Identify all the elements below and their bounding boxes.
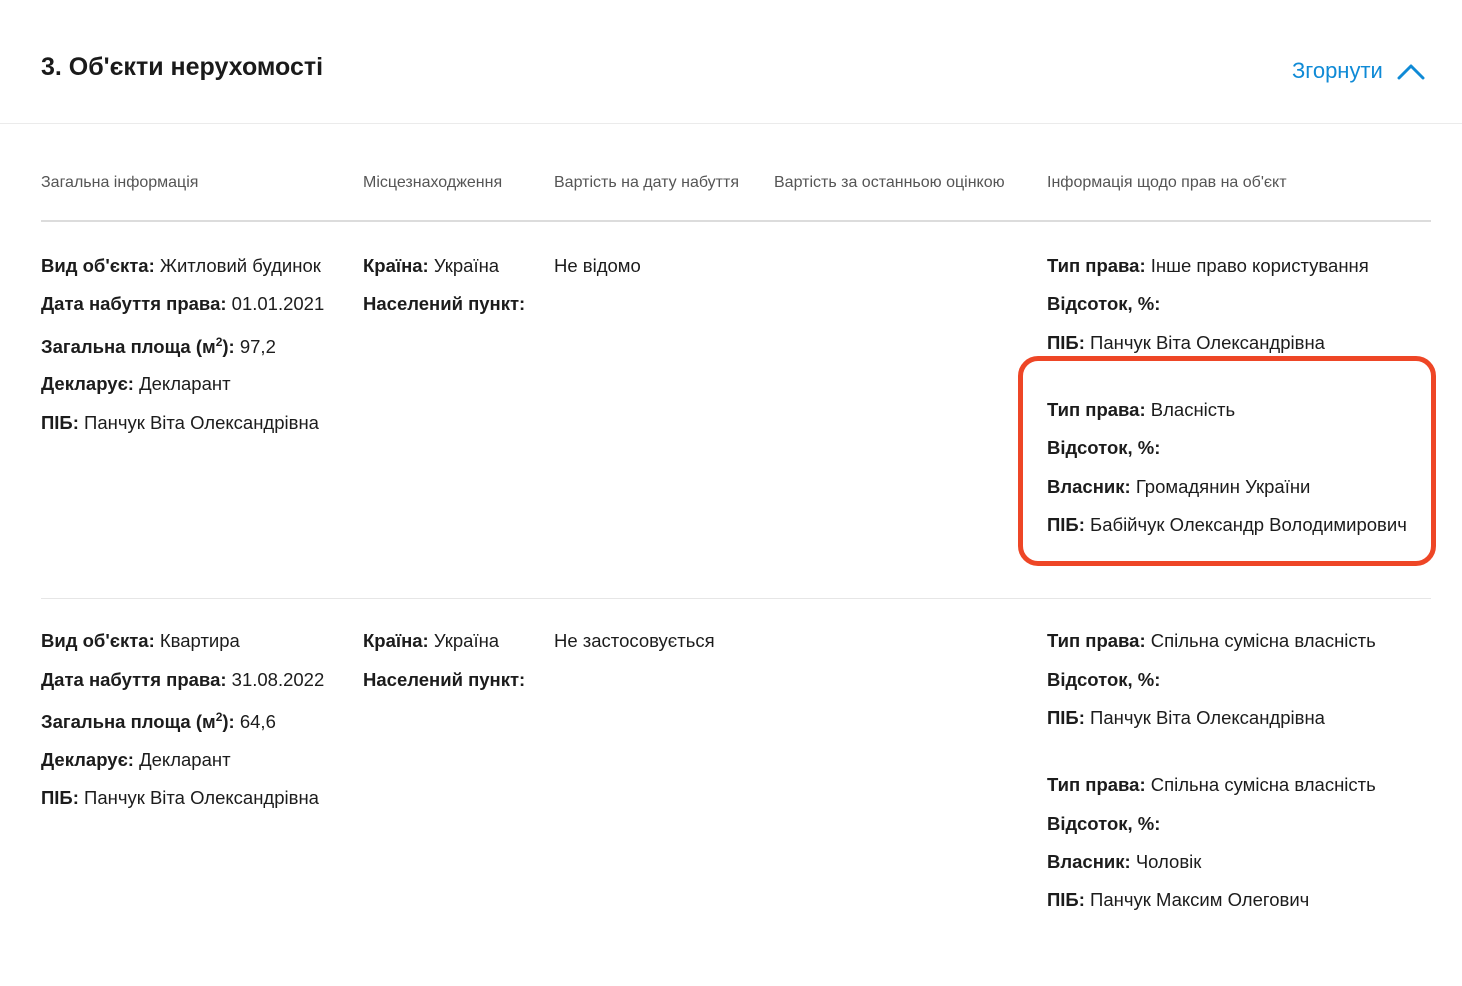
field-value: Квартира xyxy=(159,630,240,651)
right-type-field: Тип права: Інше право користування xyxy=(1047,255,1369,277)
name-field: ПІБ: Панчук Віта Олександрівна xyxy=(1047,332,1325,354)
cost-acquisition-value: Не відомо xyxy=(554,255,641,276)
field-value: Україна xyxy=(433,255,500,276)
right-type-field: Тип права: Спільна сумісна власність xyxy=(1047,630,1376,652)
field-value: Панчук Віта Олександрівна xyxy=(84,787,319,808)
area-field: Загальна площа (м2): 64,6 xyxy=(41,710,276,733)
country-field: Країна: Україна xyxy=(363,255,499,277)
field-value: Інше право користування xyxy=(1150,255,1369,276)
column-header-rights: Інформація щодо прав на об'єкт xyxy=(1047,174,1287,191)
name-field: ПІБ: Панчук Максим Олегович xyxy=(1047,889,1309,911)
field-label: Відсоток, %: xyxy=(1047,293,1161,314)
column-header-location: Місцезнаходження xyxy=(363,174,503,191)
field-label: ПІБ: xyxy=(41,412,79,433)
field-value: Україна xyxy=(433,630,500,651)
object-type-field: Вид об'єкта: Квартира xyxy=(41,630,240,652)
field-value: 97,2 xyxy=(239,336,276,358)
field-value: Чоловік xyxy=(1135,851,1202,872)
declares-field: Декларує: Декларант xyxy=(41,373,231,395)
acquired-date-field: Дата набуття права: 31.08.2022 xyxy=(41,669,324,691)
field-label: Дата набуття права: xyxy=(41,293,227,314)
area-field: Загальна площа (м2): 97,2 xyxy=(41,335,276,358)
field-label: ПІБ: xyxy=(41,787,79,808)
column-header-cost-acquisition: Вартість на дату набуття xyxy=(554,174,739,191)
real-estate-section: 3. Об'єкти нерухомості Згорнути Загальна… xyxy=(0,0,1462,986)
field-label: Загальна площа (м2): xyxy=(41,335,235,358)
field-value: Панчук Віта Олександрівна xyxy=(1090,707,1325,728)
locality-field: Населений пункт: xyxy=(363,669,525,691)
field-label: Декларує: xyxy=(41,373,134,394)
row-divider xyxy=(41,598,1431,599)
field-label: Населений пункт: xyxy=(363,669,526,690)
locality-field: Населений пункт: xyxy=(363,293,525,315)
field-label: Населений пункт: xyxy=(363,293,526,314)
field-label: Тип права: xyxy=(1047,774,1146,795)
declares-field: Декларує: Декларант xyxy=(41,749,231,771)
percent-field: Відсоток, %: xyxy=(1047,669,1160,691)
field-label: ПІБ: xyxy=(1047,889,1085,910)
field-value: Спільна сумісна власність xyxy=(1150,630,1376,651)
section-header: 3. Об'єкти нерухомості Згорнути xyxy=(0,0,1462,124)
country-field: Країна: Україна xyxy=(363,630,499,652)
field-value: 01.01.2021 xyxy=(231,293,325,314)
field-label: Вид об'єкта: xyxy=(41,630,155,651)
field-label: Дата набуття права: xyxy=(41,669,227,690)
field-label: Країна: xyxy=(363,630,429,651)
field-value: Панчук Віта Олександрівна xyxy=(84,412,319,433)
collapse-button-label: Згорнути xyxy=(1292,58,1383,83)
name-field: ПІБ: Панчук Віта Олександрівна xyxy=(1047,707,1325,729)
acquired-date-field: Дата набуття права: 01.01.2021 xyxy=(41,293,324,315)
field-label: Тип права: xyxy=(1047,630,1146,651)
owner-field: Власник: Чоловік xyxy=(1047,851,1201,873)
column-header-cost-last-valuation: Вартість за останньою оцінкою xyxy=(774,174,1005,191)
field-value: Декларант xyxy=(139,749,231,770)
name-field: ПІБ: Панчук Віта Олександрівна xyxy=(41,412,319,434)
field-label: Власник: xyxy=(1047,851,1131,872)
field-label: Декларує: xyxy=(41,749,134,770)
column-header-general: Загальна інформація xyxy=(41,174,199,191)
field-label: ПІБ: xyxy=(1047,707,1085,728)
field-value: Панчук Віта Олександрівна xyxy=(1090,332,1325,353)
field-label: Відсоток, %: xyxy=(1047,813,1161,834)
highlight-box xyxy=(1018,356,1436,566)
object-type-field: Вид об'єкта: Житловий будинок xyxy=(41,255,321,277)
section-title: 3. Об'єкти нерухомості xyxy=(41,53,324,81)
percent-field: Відсоток, %: xyxy=(1047,813,1160,835)
chevron-up-icon xyxy=(1397,64,1425,80)
collapse-button[interactable]: Згорнути xyxy=(1292,56,1425,86)
field-value: Декларант xyxy=(139,373,231,394)
field-label: Країна: xyxy=(363,255,429,276)
field-value: Житловий будинок xyxy=(159,255,321,276)
field-value: 64,6 xyxy=(239,711,276,733)
right-type-field: Тип права: Спільна сумісна власність xyxy=(1047,774,1376,796)
percent-field: Відсоток, %: xyxy=(1047,293,1160,315)
field-label: ПІБ: xyxy=(1047,332,1085,353)
field-label: Вид об'єкта: xyxy=(41,255,155,276)
cost-acquisition-value: Не застосовується xyxy=(554,630,715,651)
field-label: Тип права: xyxy=(1047,255,1146,276)
field-value: 31.08.2022 xyxy=(231,669,325,690)
header-divider xyxy=(41,220,1431,222)
field-value: Спільна сумісна власність xyxy=(1150,774,1376,795)
field-value: Панчук Максим Олегович xyxy=(1090,889,1310,910)
field-label: Відсоток, %: xyxy=(1047,669,1161,690)
field-label: Загальна площа (м2): xyxy=(41,710,235,733)
name-field: ПІБ: Панчук Віта Олександрівна xyxy=(41,787,319,809)
